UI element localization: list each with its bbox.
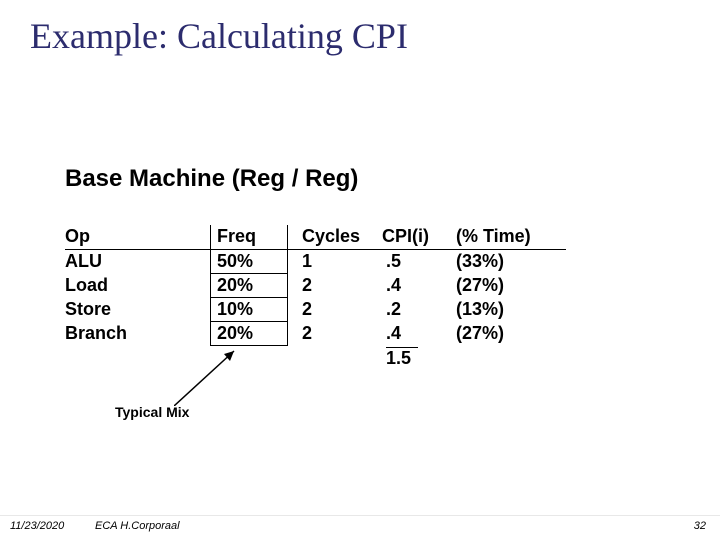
cell-cycles: 2 — [288, 298, 383, 322]
cell-op: Branch — [65, 322, 211, 346]
cell-cpii: .4 — [382, 322, 456, 346]
cell-total-cpi: 1.5 — [382, 346, 456, 370]
cell-cycles: 2 — [288, 274, 383, 298]
cpi-table: Op Freq Cycles CPI(i) (% Time) ALU 50% 1… — [65, 225, 566, 370]
header-time: (% Time) — [456, 225, 566, 250]
slide-title: Example: Calculating CPI — [30, 15, 408, 57]
table-total-row: 1.5 — [65, 346, 566, 370]
cell-freq: 50% — [211, 250, 288, 274]
cell-freq: 10% — [211, 298, 288, 322]
cell-time: (33%) — [456, 250, 566, 274]
header-op: Op — [65, 225, 211, 250]
cell-cpii: .4 — [382, 274, 456, 298]
pointer-arrow-icon — [174, 346, 244, 406]
typical-mix-label: Typical Mix — [115, 404, 189, 420]
cell-cycles: 1 — [288, 250, 383, 274]
cell-op: Load — [65, 274, 211, 298]
section-subtitle: Base Machine (Reg / Reg) — [65, 165, 358, 193]
total-cpi-value: 1.5 — [386, 347, 418, 369]
cell-freq: 20% — [211, 322, 288, 346]
cell-cpii: .5 — [382, 250, 456, 274]
cell-time: (13%) — [456, 298, 566, 322]
cell-op: ALU — [65, 250, 211, 274]
cell-time: (27%) — [456, 274, 566, 298]
header-cpii: CPI(i) — [382, 225, 456, 250]
cell-op: Store — [65, 298, 211, 322]
cell-cycles: 2 — [288, 322, 383, 346]
table-header-row: Op Freq Cycles CPI(i) (% Time) — [65, 225, 566, 250]
cell-time: (27%) — [456, 322, 566, 346]
header-freq: Freq — [211, 225, 288, 250]
cell-cpii: .2 — [382, 298, 456, 322]
footer-date: 11/23/2020 — [10, 520, 64, 532]
table-row: Branch 20% 2 .4 (27%) — [65, 322, 566, 346]
footer-page-number: 32 — [694, 520, 706, 532]
table-row: Load 20% 2 .4 (27%) — [65, 274, 566, 298]
cell-freq: 20% — [211, 274, 288, 298]
table-row: ALU 50% 1 .5 (33%) — [65, 250, 566, 274]
footer-author: ECA H.Corporaal — [95, 520, 180, 532]
header-cycles: Cycles — [288, 225, 383, 250]
table-row: Store 10% 2 .2 (13%) — [65, 298, 566, 322]
footer-divider — [0, 515, 720, 516]
